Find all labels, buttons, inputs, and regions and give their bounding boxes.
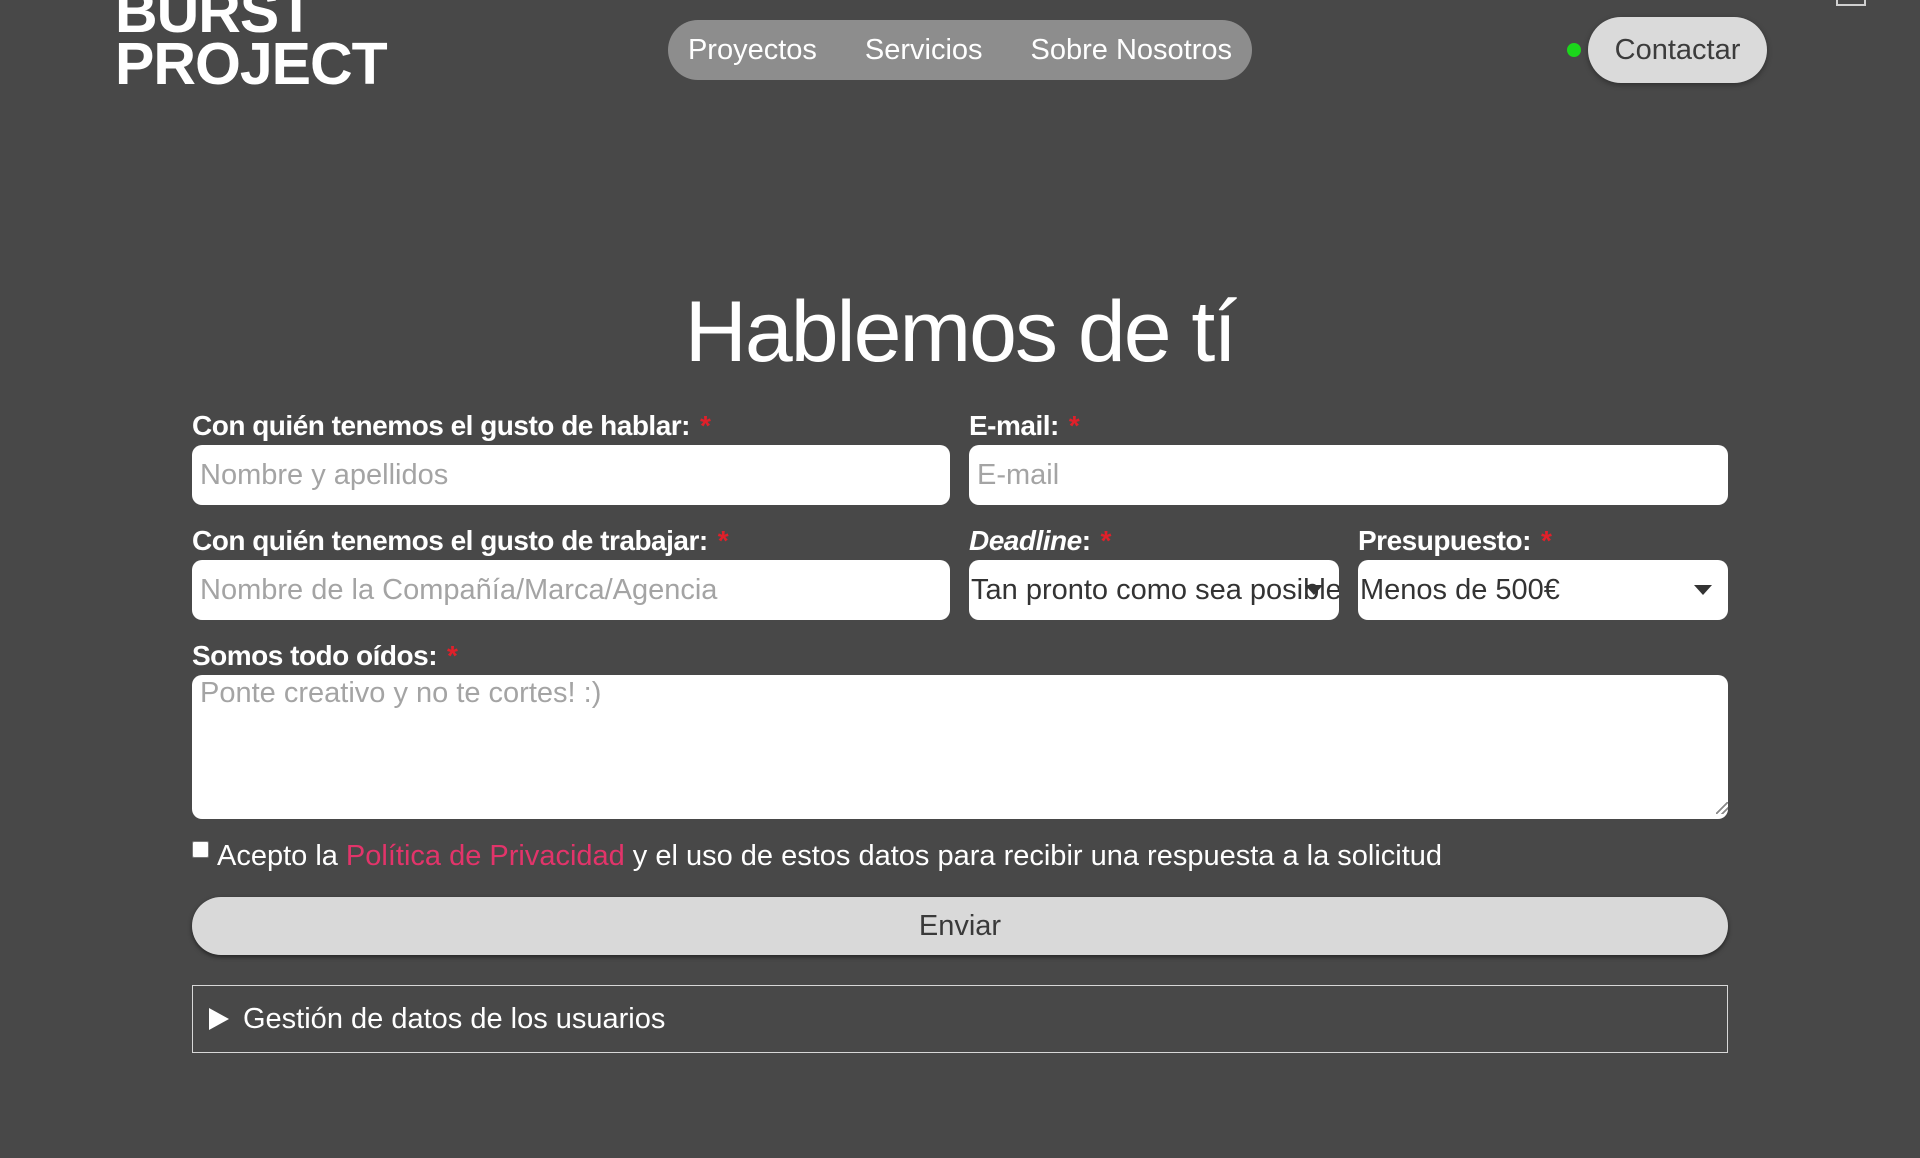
message-label-text: Somos todo oídos:	[192, 640, 438, 671]
deadline-label: Deadline: *	[969, 525, 1111, 557]
disclosure-triangle-icon	[209, 1008, 229, 1030]
contact-button[interactable]: Contactar	[1588, 17, 1767, 83]
message-label: Somos todo oídos: *	[192, 640, 458, 672]
deadline-label-text: Deadline	[969, 525, 1082, 556]
email-input[interactable]	[969, 445, 1728, 505]
submit-button[interactable]: Enviar	[192, 897, 1728, 955]
company-label: Con quién tenemos el gusto de trabajar: *	[192, 525, 729, 557]
message-textarea[interactable]	[192, 675, 1728, 819]
privacy-policy-link[interactable]: Política de Privacidad	[346, 840, 625, 873]
user-data-disclosure[interactable]: Gestión de datos de los usuarios	[192, 985, 1728, 1053]
chevron-down-icon	[1694, 585, 1712, 595]
nav-services-link[interactable]: Servicios	[865, 34, 983, 67]
required-mark: *	[1540, 525, 1552, 556]
consent-prefix: Acepto la	[217, 839, 338, 872]
budget-select[interactable]: Menos de 500€	[1358, 560, 1728, 620]
required-mark: *	[717, 525, 729, 556]
main-nav: Proyectos Servicios Sobre Nosotros	[668, 20, 1252, 80]
consent-suffix: y el uso de estos datos para recibir una…	[632, 839, 1443, 872]
budget-label-text: Presupuesto:	[1358, 525, 1531, 556]
required-mark: *	[700, 410, 711, 441]
required-mark: *	[1068, 410, 1080, 441]
menu-icon[interactable]	[1836, 0, 1866, 6]
deadline-select[interactable]: Tan pronto como sea posible	[969, 560, 1339, 620]
name-label-text: Con quién tenemos el gusto de hablar:	[192, 410, 691, 441]
disclosure-label: Gestión de datos de los usuarios	[243, 1002, 666, 1035]
required-mark: *	[1100, 525, 1112, 556]
name-label: Con quién tenemos el gusto de hablar: *	[192, 410, 711, 442]
required-mark: *	[447, 640, 458, 671]
logo-line-2: PROJECT	[115, 31, 388, 97]
privacy-consent: Acepto la Política de Privacidad y el us…	[192, 838, 1442, 874]
email-label: E-mail: *	[969, 410, 1080, 442]
chevron-down-icon	[1305, 585, 1323, 595]
budget-selected-value: Menos de 500€	[1360, 573, 1560, 606]
online-status-icon	[1567, 43, 1581, 57]
company-label-text: Con quién tenemos el gusto de trabajar:	[192, 525, 708, 556]
nav-about-link[interactable]: Sobre Nosotros	[1031, 34, 1233, 67]
deadline-label-suffix: :	[1081, 525, 1091, 556]
brand-logo[interactable]: BURST PROJECT	[115, 0, 388, 97]
name-input[interactable]	[192, 445, 950, 505]
nav-projects-link[interactable]: Proyectos	[688, 34, 817, 67]
page-title: Hablemos de tí	[684, 284, 1237, 380]
resize-handle-icon[interactable]	[1716, 802, 1728, 814]
email-label-text: E-mail:	[969, 410, 1059, 441]
deadline-selected-value: Tan pronto como sea posible	[971, 573, 1339, 606]
company-input[interactable]	[192, 560, 950, 620]
privacy-checkbox[interactable]	[192, 840, 209, 858]
budget-label: Presupuesto: *	[1358, 525, 1552, 557]
